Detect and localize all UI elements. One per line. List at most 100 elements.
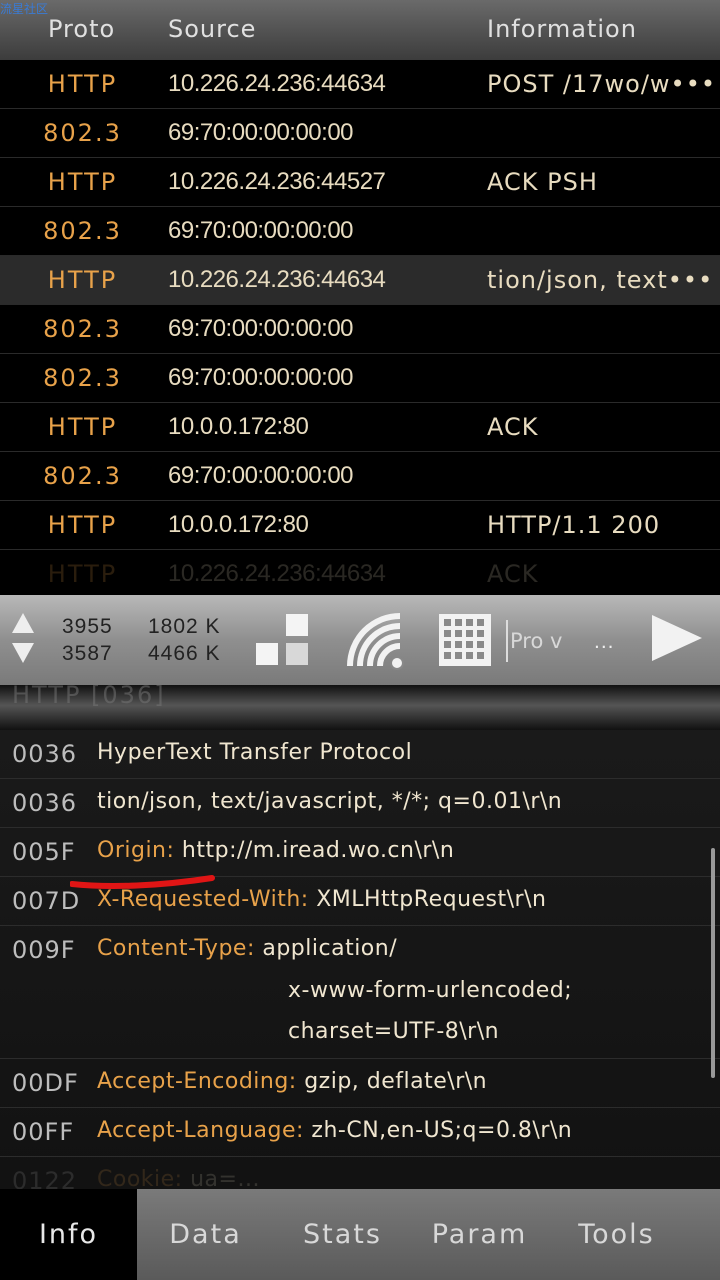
packet-source: 69:70:00:00:00:00 xyxy=(168,462,354,489)
packet-proto: HTTP xyxy=(47,413,118,441)
watermark-text: 流星社区 xyxy=(0,2,49,16)
packet-list[interactable]: HTTP 10.226.24.236:44634 POST /17wo/w•••… xyxy=(0,60,720,595)
detail-key: Accept-Language: xyxy=(97,1118,304,1143)
packet-row[interactable]: HTTP 10.0.0.172:80 HTTP/1.1 200 xyxy=(0,501,720,550)
detail-row[interactable]: 005F Origin: http://m.iread.wo.cn\r\n xyxy=(0,828,720,877)
detail-row[interactable]: 00FF Accept-Language: zh-CN,en-US;q=0.8\… xyxy=(0,1108,720,1157)
filter-more-text: ... xyxy=(594,630,615,653)
detail-value: http://m.iread.wo.cn\r\n xyxy=(181,838,455,863)
download-arrow-icon xyxy=(12,643,34,663)
packet-info: POST /17wo/w••• xyxy=(487,70,717,98)
packet-source: 69:70:00:00:00:00 xyxy=(168,217,354,244)
detail-offset: 0122 xyxy=(12,1167,78,1190)
column-information[interactable]: Information xyxy=(487,15,637,43)
packet-row[interactable]: HTTP 10.226.24.236:44527 ACK PSH xyxy=(0,158,720,207)
upload-arrow-icon xyxy=(12,613,34,633)
packet-row[interactable]: 802.3 69:70:00:00:00:00 xyxy=(0,109,720,158)
packet-list-header: Proto Source Information xyxy=(0,0,720,60)
detail-offset: 00FF xyxy=(12,1118,75,1146)
packet-row[interactable]: 802.3 69:70:00:00:00:00 xyxy=(0,207,720,256)
tab-stats[interactable]: Stats xyxy=(274,1189,411,1280)
packet-proto: HTTP xyxy=(47,266,118,294)
detail-scrollbar[interactable] xyxy=(711,848,715,1078)
packet-source: 69:70:00:00:00:00 xyxy=(168,119,354,146)
packet-row[interactable]: 802.3 69:70:00:00:00:00 xyxy=(0,354,720,403)
packet-info: ACK xyxy=(487,560,539,588)
packet-source: 10.0.0.172:80 xyxy=(168,413,309,440)
packet-row-selected[interactable]: HTTP 10.226.24.236:44634 tion/json, text… xyxy=(0,256,720,305)
detail-offset: 009F xyxy=(12,936,76,964)
packet-info: ACK xyxy=(487,413,539,441)
upload-packet-count: 3955 xyxy=(62,615,113,638)
packet-proto: 802.3 xyxy=(43,364,122,392)
detail-value: tion/json, text/javascript, */*; q=0.01\… xyxy=(97,789,563,814)
red-annotation-underline xyxy=(70,875,215,889)
detail-value: gzip, deflate\r\n xyxy=(304,1069,488,1094)
detail-offset: 005F xyxy=(12,838,76,866)
packet-info: ACK PSH xyxy=(487,168,598,196)
packet-info: HTTP/1.1 200 xyxy=(487,511,661,539)
packet-source: 10.226.24.236:44634 xyxy=(168,266,386,293)
detail-row[interactable]: 0036 tion/json, text/javascript, */*; q=… xyxy=(0,779,720,828)
detail-row-partial[interactable]: 0122 Cookie: ua=... xyxy=(0,1157,720,1190)
tab-param[interactable]: Param xyxy=(411,1189,548,1280)
detail-row[interactable]: 00DF Accept-Encoding: gzip, deflate\r\n xyxy=(0,1059,720,1108)
detail-key: Origin: xyxy=(97,838,175,863)
packet-source: 10.226.24.236:44527 xyxy=(168,168,386,195)
wifi-capture-icon[interactable] xyxy=(346,612,406,672)
packet-grid-icon[interactable] xyxy=(438,613,492,667)
detail-key: Cookie: xyxy=(97,1167,183,1190)
packet-source: 10.226.24.236:44634 xyxy=(168,560,386,587)
detail-row[interactable]: 009F Content-Type: application/ x-www-fo… xyxy=(0,926,720,1059)
detail-text: Origin: http://m.iread.wo.cn\r\n xyxy=(97,838,454,863)
detail-text: Cookie: ua=... xyxy=(97,1167,260,1190)
packet-detail-list[interactable]: 0036 HyperText Transfer Protocol 0036 ti… xyxy=(0,730,720,1190)
detail-offset: 0036 xyxy=(12,789,78,817)
packet-row[interactable]: 802.3 69:70:00:00:00:00 xyxy=(0,452,720,501)
packet-row[interactable]: HTTP 10.0.0.172:80 ACK xyxy=(0,403,720,452)
packet-row[interactable]: HTTP 10.226.24.236:44634 POST /17wo/w••• xyxy=(0,60,720,109)
play-icon[interactable] xyxy=(652,615,702,661)
packet-proto: HTTP xyxy=(47,511,118,539)
detail-key: Accept-Encoding: xyxy=(97,1069,297,1094)
tab-data[interactable]: Data xyxy=(137,1189,274,1280)
detail-header-text: HTTP [036] xyxy=(12,685,166,709)
detail-text: Accept-Language: zh-CN,en-US;q=0.8\r\n xyxy=(97,1118,572,1143)
detail-text: Content-Type: application/ xyxy=(97,936,397,961)
detail-key: Content-Type: xyxy=(97,936,255,961)
detail-value-continued: x-www-form-urlencoded; xyxy=(288,978,573,1003)
bottom-tab-bar: Info Data Stats Param Tools xyxy=(0,1189,720,1280)
upload-size: 1802 K xyxy=(148,615,221,638)
detail-value: ua=... xyxy=(190,1167,260,1190)
detail-row[interactable]: 0036 HyperText Transfer Protocol xyxy=(0,730,720,779)
packet-source: 69:70:00:00:00:00 xyxy=(168,315,354,342)
packet-source: 10.0.0.172:80 xyxy=(168,511,309,538)
detail-offset: 0036 xyxy=(12,740,78,768)
detail-value: HyperText Transfer Protocol xyxy=(97,740,413,765)
download-size: 4466 K xyxy=(148,642,221,665)
packet-proto: 802.3 xyxy=(43,315,122,343)
tab-tools[interactable]: Tools xyxy=(548,1189,685,1280)
packet-row[interactable]: 802.3 69:70:00:00:00:00 xyxy=(0,305,720,354)
detail-value: XMLHttpRequest\r\n xyxy=(316,887,547,912)
layout-grid-icon[interactable] xyxy=(256,614,310,668)
packet-proto: HTTP xyxy=(47,168,118,196)
detail-value-continued: charset=UTF-8\r\n xyxy=(288,1019,500,1044)
tab-info[interactable]: Info xyxy=(0,1189,137,1280)
packet-proto: 802.3 xyxy=(43,462,122,490)
column-proto[interactable]: Proto xyxy=(48,15,115,43)
detail-offset: 00DF xyxy=(12,1069,79,1097)
packet-source: 10.226.24.236:44634 xyxy=(168,70,386,97)
packet-row-partial[interactable]: HTTP 10.226.24.236:44634 ACK xyxy=(0,550,720,595)
packet-proto: 802.3 xyxy=(43,217,122,245)
detail-value: application/ xyxy=(262,936,398,961)
packet-proto: 802.3 xyxy=(43,119,122,147)
packet-source: 69:70:00:00:00:00 xyxy=(168,364,354,391)
packet-proto: HTTP xyxy=(47,560,118,588)
download-packet-count: 3587 xyxy=(62,642,113,665)
packet-proto: HTTP xyxy=(47,70,118,98)
detail-value: zh-CN,en-US;q=0.8\r\n xyxy=(311,1118,573,1143)
detail-header: HTTP [036] xyxy=(0,685,720,730)
column-source[interactable]: Source xyxy=(168,15,256,43)
packet-info: tion/json, text••• xyxy=(487,266,714,294)
